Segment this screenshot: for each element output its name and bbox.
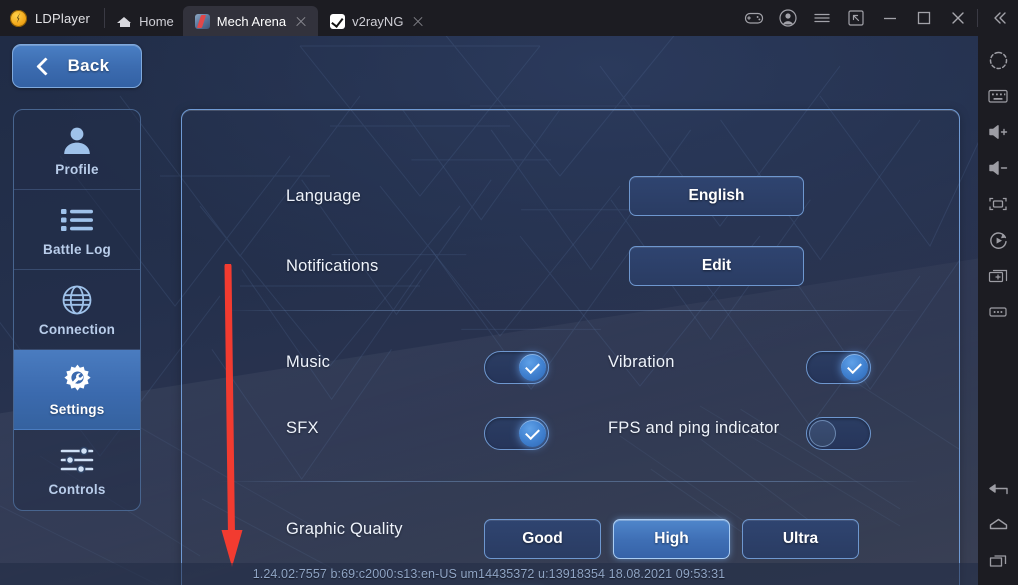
record-icon[interactable] <box>978 222 1018 258</box>
sliders-icon <box>59 443 95 477</box>
gamepad-icon[interactable] <box>737 0 771 36</box>
divider-1 <box>220 310 920 311</box>
settings-panel: Language English Notifications Edit Musi… <box>181 109 960 585</box>
emulator-sidebar <box>978 36 1018 585</box>
nav-item-battle-log-label: Battle Log <box>43 241 111 257</box>
nav-item-settings[interactable]: Settings <box>14 350 140 430</box>
ldplayer-brand-label: LDPlayer <box>35 10 91 26</box>
sfx-toggle[interactable] <box>484 417 549 450</box>
menu-icon[interactable] <box>805 0 839 36</box>
tab-home-label: Home <box>139 13 174 29</box>
fps-ping-toggle[interactable] <box>806 417 871 450</box>
nav-item-controls-label: Controls <box>48 482 106 497</box>
setting-row-notifications: Notifications Edit <box>286 246 926 286</box>
nav-item-battle-log[interactable]: Battle Log <box>14 190 140 270</box>
settings-nav: Profile Battle Log Connection Settings C… <box>13 109 141 511</box>
ldplayer-brand: LDPlayer <box>0 0 104 36</box>
nav-item-profile[interactable]: Profile <box>14 110 140 190</box>
rotate-screen-icon[interactable] <box>978 42 1018 78</box>
home-icon <box>117 14 132 29</box>
setting-row-fps-ping: FPS and ping indicator <box>608 419 779 438</box>
vibration-toggle[interactable] <box>806 351 871 384</box>
graphic-quality-option-ultra[interactable]: Ultra <box>742 519 859 559</box>
window-controls-divider <box>977 9 978 27</box>
music-label: Music <box>286 353 331 371</box>
nav-item-connection-label: Connection <box>38 321 116 337</box>
more-options-icon[interactable] <box>978 294 1018 330</box>
tab-v2rayng-label: v2rayNG <box>352 13 404 29</box>
nav-item-controls[interactable]: Controls <box>14 430 140 510</box>
mech-arena-icon <box>194 13 210 29</box>
check-icon <box>847 358 862 374</box>
tab-mech-arena[interactable]: Mech Arena <box>182 6 319 36</box>
check-icon <box>525 358 540 374</box>
graphic-quality-label: Graphic Quality <box>286 520 403 538</box>
fps-ping-label: FPS and ping indicator <box>608 419 780 437</box>
android-recents-icon[interactable] <box>978 543 1018 579</box>
collapse-sidebar-icon[interactable] <box>982 0 1016 36</box>
notifications-edit-button[interactable]: Edit <box>629 246 804 286</box>
volume-down-icon[interactable] <box>978 150 1018 186</box>
globe-icon <box>61 283 93 317</box>
setting-row-sfx: SFX <box>286 419 319 438</box>
sfx-label: SFX <box>286 419 319 437</box>
close-icon[interactable] <box>941 0 975 36</box>
graphic-quality-option-good[interactable]: Good <box>484 519 601 559</box>
v2rayng-icon <box>330 13 346 29</box>
emulator-screen: Back Profile Battle Log Connection Setti… <box>0 36 978 585</box>
sfx-toggle-knob <box>519 420 546 447</box>
back-button[interactable]: Back <box>12 44 142 88</box>
account-icon[interactable] <box>771 0 805 36</box>
nav-item-connection[interactable]: Connection <box>14 270 140 350</box>
volume-up-icon[interactable] <box>978 114 1018 150</box>
window-controls <box>737 0 1018 36</box>
fps-ping-toggle-knob <box>809 420 836 447</box>
tab-v2rayng-close-icon[interactable] <box>410 13 426 29</box>
tab-home[interactable]: Home <box>105 6 183 36</box>
setting-row-graphic-quality: Graphic Quality <box>286 520 403 539</box>
resize-icon[interactable] <box>839 0 873 36</box>
music-toggle-knob <box>519 354 546 381</box>
language-label: Language <box>286 186 362 205</box>
keyboard-icon[interactable] <box>978 78 1018 114</box>
maximize-icon[interactable] <box>907 0 941 36</box>
tab-strip: Home Mech Arena v2rayNG <box>105 0 435 36</box>
graphic-quality-option-high[interactable]: High <box>613 519 730 559</box>
gear-wrench-icon <box>61 363 94 397</box>
tab-mech-arena-label: Mech Arena <box>216 13 287 29</box>
divider-2 <box>220 481 920 482</box>
sidebar-nav-buttons <box>978 471 1018 585</box>
tab-v2rayng[interactable]: v2rayNG <box>318 6 435 36</box>
titlebar: LDPlayer Home Mech Arena v2rayNG <box>0 0 1018 36</box>
ldplayer-logo-icon <box>10 9 27 27</box>
android-back-icon[interactable] <box>978 471 1018 507</box>
minimize-icon[interactable] <box>873 0 907 36</box>
screenshot-icon[interactable] <box>978 186 1018 222</box>
list-icon <box>60 203 94 237</box>
profile-icon <box>61 123 93 157</box>
tab-mech-arena-close-icon[interactable] <box>293 13 309 29</box>
back-button-label: Back <box>67 56 110 75</box>
check-icon <box>525 424 540 440</box>
multi-instance-icon[interactable] <box>978 258 1018 294</box>
setting-row-language: Language English <box>286 176 926 216</box>
nav-item-settings-label: Settings <box>49 401 105 417</box>
nav-item-profile-label: Profile <box>55 161 99 177</box>
vibration-toggle-knob <box>841 354 868 381</box>
vibration-label: Vibration <box>608 353 675 371</box>
chevron-left-icon <box>35 56 55 76</box>
notifications-label: Notifications <box>286 256 379 275</box>
ldplayer-window: LDPlayer Home Mech Arena v2rayNG Back Pr… <box>0 0 1018 585</box>
setting-row-music: Music <box>286 353 330 372</box>
build-stamp: 1.24.02:7557 b:69:c2000:s13:en-US um1443… <box>0 563 978 585</box>
language-value-button[interactable]: English <box>629 176 804 216</box>
setting-row-vibration: Vibration <box>608 353 675 372</box>
android-home-icon[interactable] <box>978 507 1018 543</box>
music-toggle[interactable] <box>484 351 549 384</box>
